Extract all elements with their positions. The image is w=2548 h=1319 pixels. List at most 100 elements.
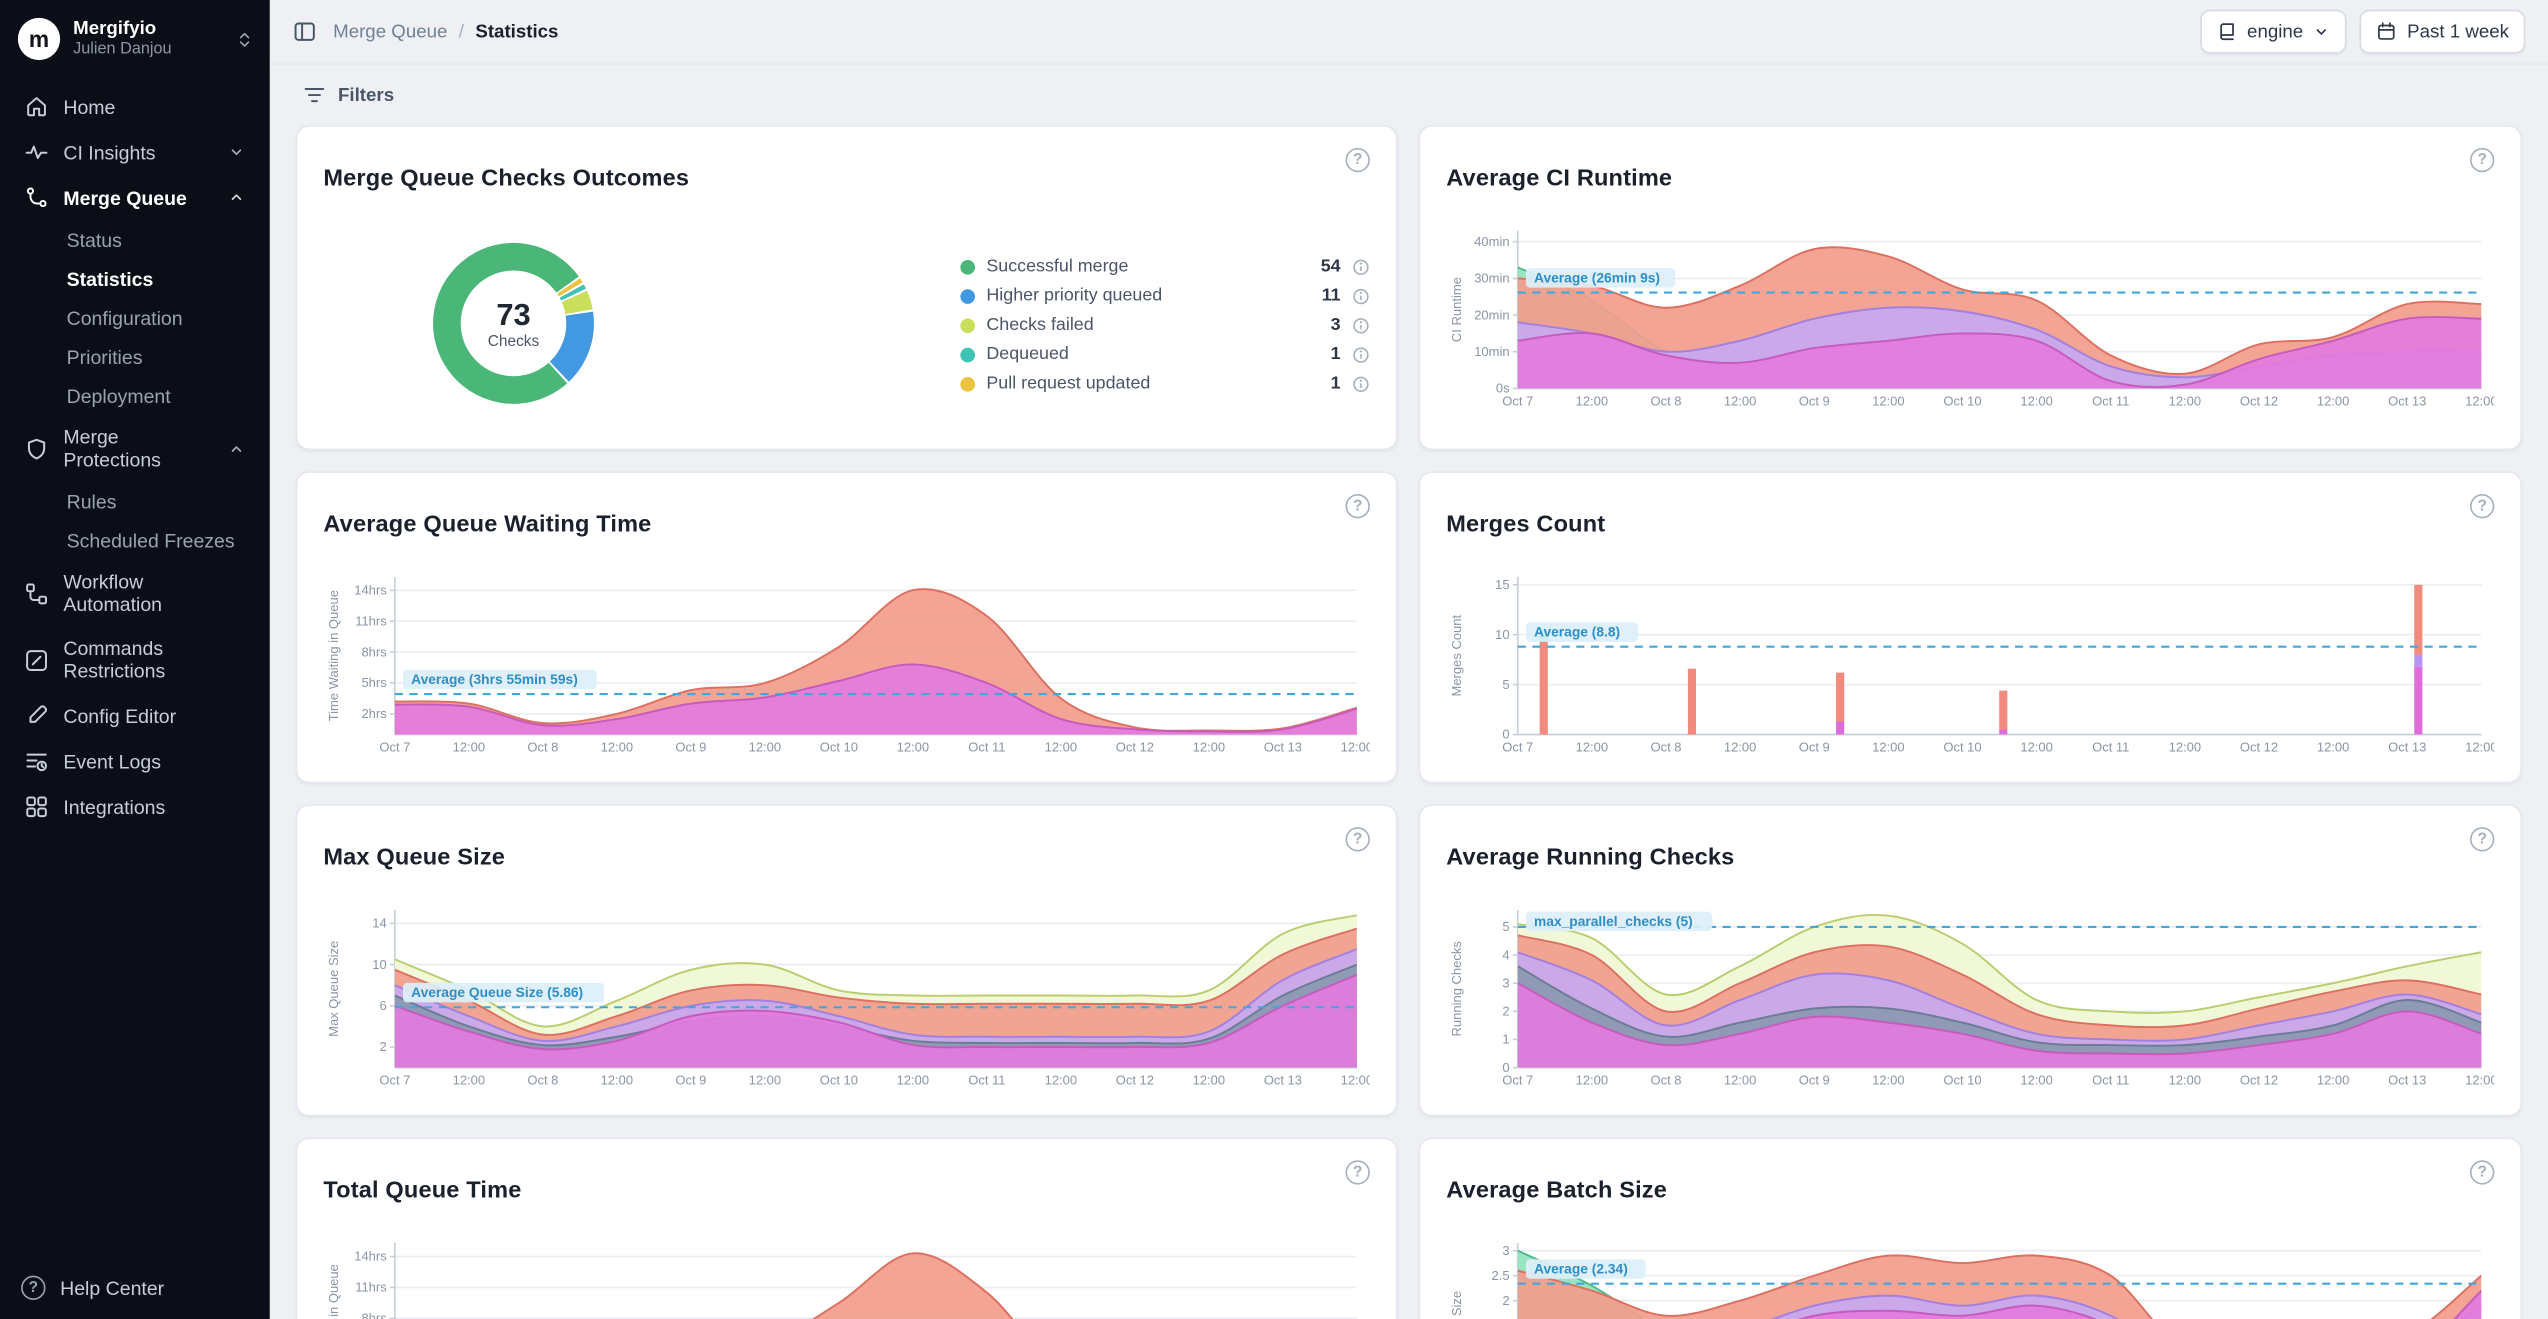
help-icon[interactable]: ? — [2470, 494, 2494, 518]
help-icon[interactable]: ? — [1346, 148, 1370, 172]
svg-text:Oct 13: Oct 13 — [1264, 740, 1302, 755]
sidebar-item-label: Commands Restrictions — [63, 637, 245, 683]
area-chart[interactable]: 012345Oct 712:00Oct 812:00Oct 912:00Oct … — [1446, 901, 2494, 1096]
svg-text:Oct 9: Oct 9 — [1799, 394, 1830, 409]
sidebar-item-label: Merge Queue — [63, 186, 187, 209]
legend-item: Higher priority queued 11 — [960, 281, 1370, 310]
svg-text:12:00: 12:00 — [1045, 740, 1078, 755]
sidebar-item-deployment[interactable]: Deployment — [13, 377, 257, 414]
svg-text:Average (8.8): Average (8.8) — [1534, 624, 1620, 640]
calendar-icon — [2376, 21, 2397, 42]
svg-text:12:00: 12:00 — [749, 1073, 782, 1088]
svg-text:10: 10 — [1495, 627, 1509, 642]
svg-text:Oct 7: Oct 7 — [1502, 394, 1533, 409]
svg-text:12:00: 12:00 — [2020, 394, 2053, 409]
help-icon[interactable]: ? — [2470, 827, 2494, 851]
svg-text:12:00: 12:00 — [2317, 1073, 2350, 1088]
svg-text:2: 2 — [1502, 1293, 1509, 1308]
area-chart[interactable]: 0s10min20min30min40minOct 712:00Oct 812:… — [1446, 221, 2494, 416]
svg-text:Oct 12: Oct 12 — [2240, 740, 2278, 755]
info-icon[interactable] — [1352, 287, 1370, 305]
help-icon[interactable]: ? — [2470, 148, 2494, 172]
filters-button[interactable]: Filters — [296, 78, 401, 112]
area-chart[interactable]: 0.511.522.53Oct 712:00Oct 812:00Oct 912:… — [1446, 1234, 2494, 1319]
info-icon[interactable] — [1352, 258, 1370, 276]
workspace-switcher[interactable]: m Mergifyio Julien Danjou — [0, 0, 270, 75]
help-icon[interactable]: ? — [2470, 1161, 2494, 1185]
mergify-logo-icon: m — [18, 18, 60, 60]
svg-text:12:00: 12:00 — [1872, 394, 1905, 409]
svg-text:Oct 11: Oct 11 — [968, 1073, 1005, 1088]
svg-text:3: 3 — [1502, 1243, 1509, 1258]
area-chart[interactable]: 2hrs5hrs8hrs11hrs14hrsOct 712:00Oct 812:… — [323, 1234, 1370, 1319]
donut-legend: Successful merge 54 Higher priority queu… — [960, 252, 1370, 398]
info-icon[interactable] — [1352, 345, 1370, 363]
svg-text:2: 2 — [1502, 1004, 1509, 1019]
time-range-label: Past 1 week — [2407, 22, 2509, 42]
info-icon[interactable] — [1352, 316, 1370, 334]
sidebar-item-merge-protections[interactable]: Merge Protections — [13, 416, 257, 481]
sidebar-item-status[interactable]: Status — [13, 221, 257, 258]
area-chart[interactable]: 261014Oct 712:00Oct 812:00Oct 912:00Oct … — [323, 901, 1370, 1096]
breadcrumb-section[interactable]: Merge Queue — [333, 22, 447, 42]
legend-item: Successful merge 54 — [960, 252, 1370, 281]
workspace-name: Mergifyio — [73, 19, 171, 40]
sidebar-item-event-logs[interactable]: Event Logs — [13, 739, 257, 783]
sidebar-item-config-editor[interactable]: Config Editor — [13, 694, 257, 738]
legend-value: 3 — [1331, 315, 1341, 335]
sidebar-item-priorities[interactable]: Priorities — [13, 338, 257, 375]
help-center-link[interactable]: ? Help Center — [0, 1256, 270, 1319]
svg-text:Oct 11: Oct 11 — [2092, 1073, 2129, 1088]
svg-text:Oct 12: Oct 12 — [2240, 394, 2278, 409]
panel-left-icon — [293, 20, 317, 44]
card-max-queue-size: Max Queue Size ? 261014Oct 712:00Oct 812… — [296, 805, 1398, 1117]
svg-text:14hrs: 14hrs — [354, 1249, 387, 1264]
svg-text:Oct 10: Oct 10 — [820, 740, 858, 755]
svg-text:Oct 7: Oct 7 — [1502, 740, 1533, 755]
workspace-select-icon[interactable] — [236, 30, 254, 48]
svg-text:Oct 7: Oct 7 — [379, 740, 410, 755]
svg-text:Oct 8: Oct 8 — [1650, 1073, 1681, 1088]
svg-text:Oct 11: Oct 11 — [968, 740, 1005, 755]
sidebar-item-home[interactable]: Home — [13, 85, 257, 129]
donut-chart[interactable]: 73Checks — [418, 228, 613, 423]
card-title: Merges Count — [1446, 512, 1605, 538]
repository-selector[interactable]: engine — [2200, 10, 2347, 54]
svg-text:12:00: 12:00 — [2169, 740, 2202, 755]
svg-text:12:00: 12:00 — [1724, 740, 1757, 755]
svg-text:14: 14 — [372, 916, 386, 931]
svg-text:max_parallel_checks (5): max_parallel_checks (5) — [1534, 913, 1693, 929]
svg-text:12:00: 12:00 — [601, 1073, 634, 1088]
sidebar-item-statistics[interactable]: Statistics — [13, 260, 257, 297]
card-average-batch-size: Average Batch Size ? 0.511.522.53Oct 712… — [1419, 1138, 2522, 1319]
legend-value: 1 — [1331, 374, 1341, 394]
card-title: Total Queue Time — [323, 1178, 521, 1204]
help-icon[interactable]: ? — [1346, 494, 1370, 518]
sidebar-item-merge-queue[interactable]: Merge Queue — [13, 176, 257, 220]
svg-text:Average (2.34): Average (2.34) — [1534, 1261, 1628, 1277]
sidebar-item-workflow-automation[interactable]: Workflow Automation — [13, 561, 257, 626]
area-chart[interactable]: 2hrs5hrs8hrs11hrs14hrsOct 712:00Oct 812:… — [323, 567, 1370, 762]
sidebar-item-label: Workflow Automation — [63, 570, 245, 616]
filters-label: Filters — [338, 85, 394, 105]
home-icon — [24, 94, 48, 118]
svg-text:12:00: 12:00 — [2020, 1073, 2053, 1088]
bar-chart[interactable]: 051015Oct 712:00Oct 812:00Oct 912:00Oct … — [1446, 567, 2494, 762]
svg-text:12:00: 12:00 — [749, 740, 782, 755]
sidebar-item-ci-insights[interactable]: CI Insights — [13, 130, 257, 174]
svg-text:2.5: 2.5 — [1492, 1268, 1510, 1283]
sidebar-item-scheduled-freezes[interactable]: Scheduled Freezes — [13, 522, 257, 559]
sidebar-item-configuration[interactable]: Configuration — [13, 299, 257, 336]
help-icon[interactable]: ? — [1346, 1161, 1370, 1185]
sidebar-item-integrations[interactable]: Integrations — [13, 785, 257, 829]
info-icon[interactable] — [1352, 375, 1370, 393]
card-title: Average Running Checks — [1446, 845, 1734, 871]
sidebar-item-commands-restrictions[interactable]: Commands Restrictions — [13, 627, 257, 692]
card-title: Merge Queue Checks Outcomes — [323, 166, 689, 192]
help-icon[interactable]: ? — [1346, 827, 1370, 851]
commands-restrictions-icon — [24, 648, 48, 672]
sidebar-toggle-button[interactable] — [293, 20, 317, 44]
sidebar-item-rules[interactable]: Rules — [13, 483, 257, 520]
svg-text:Oct 8: Oct 8 — [1650, 740, 1681, 755]
time-range-selector[interactable]: Past 1 week — [2360, 10, 2525, 54]
